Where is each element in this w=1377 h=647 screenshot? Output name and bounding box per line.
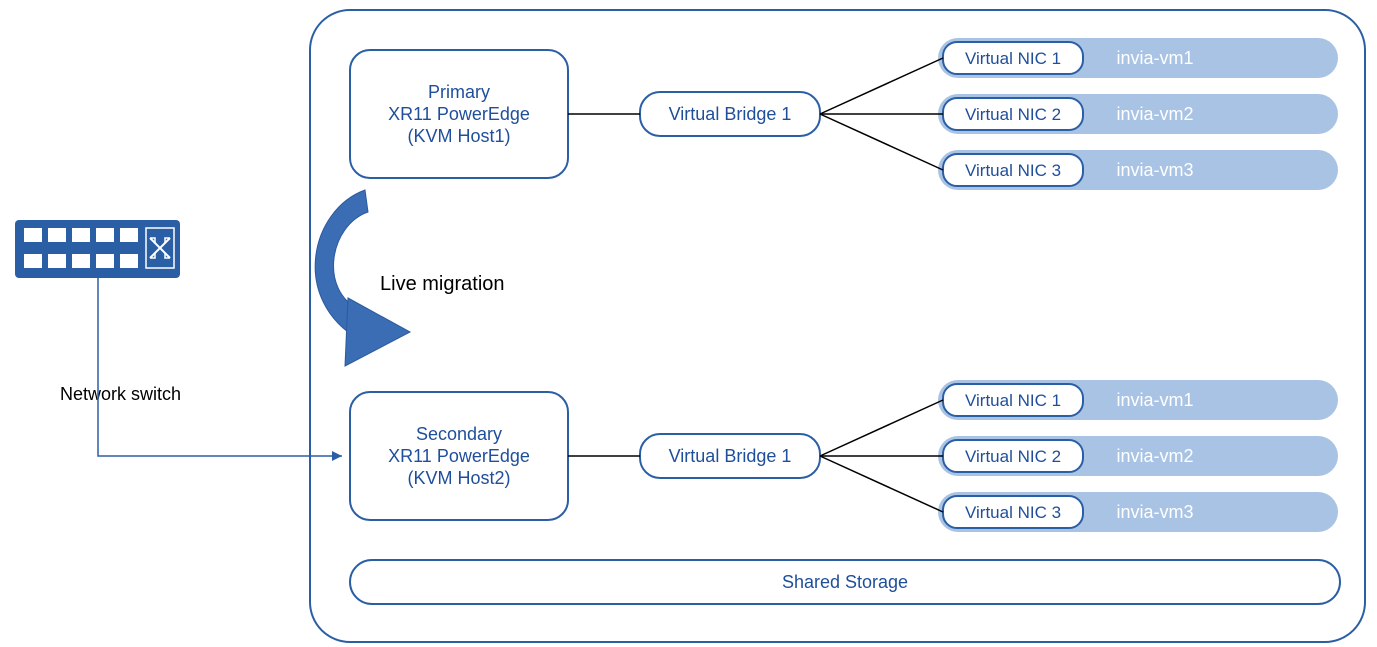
- connector-line: [820, 114, 943, 170]
- vm-label: invia-vm1: [1116, 390, 1193, 410]
- switch-label: Network switch: [60, 384, 181, 404]
- connector-line: [820, 456, 943, 512]
- vm-label: invia-vm1: [1116, 48, 1193, 68]
- connector-line: [820, 58, 943, 114]
- nic-text: Virtual NIC 2: [965, 447, 1061, 466]
- nic-label: Virtual NIC 1: [943, 42, 1083, 74]
- nic-text: Virtual NIC 1: [965, 49, 1061, 68]
- storage-text: Shared Storage: [782, 572, 908, 592]
- bridge-text: Virtual Bridge 1: [669, 446, 792, 466]
- vm-label: invia-vm2: [1116, 104, 1193, 124]
- host-title-line2: XR11 PowerEdge: [388, 104, 530, 124]
- vm-label: invia-vm3: [1116, 160, 1193, 180]
- host-title-line3: (KVM Host1): [407, 126, 510, 146]
- nic-text: Virtual NIC 3: [965, 161, 1061, 180]
- nic-text: Virtual NIC 2: [965, 105, 1061, 124]
- nic-label: Virtual NIC 3: [943, 496, 1083, 528]
- bridge-text: Virtual Bridge 1: [669, 104, 792, 124]
- host-title-line3: (KVM Host2): [407, 468, 510, 488]
- virtual-bridge: Virtual Bridge 1: [640, 92, 820, 136]
- switch-to-host-arrow: [98, 278, 342, 461]
- host-title-line1: Primary: [428, 82, 490, 102]
- host-title-line1: Secondary: [416, 424, 502, 444]
- virtual-bridge: Virtual Bridge 1: [640, 434, 820, 478]
- nic-text: Virtual NIC 3: [965, 503, 1061, 522]
- nic-label: Virtual NIC 2: [943, 98, 1083, 130]
- shared-storage: Shared Storage: [350, 560, 1340, 604]
- migration-label: Live migration: [380, 273, 505, 295]
- vm-label: invia-vm2: [1116, 446, 1193, 466]
- nic-text: Virtual NIC 1: [965, 391, 1061, 410]
- network-switch-icon: [15, 220, 180, 278]
- host-title-line2: XR11 PowerEdge: [388, 446, 530, 466]
- host-box-secondary: Secondary XR11 PowerEdge (KVM Host2): [350, 392, 568, 520]
- nic-label: Virtual NIC 3: [943, 154, 1083, 186]
- connector-line: [820, 400, 943, 456]
- vm-label: invia-vm3: [1116, 502, 1193, 522]
- nic-label: Virtual NIC 2: [943, 440, 1083, 472]
- host-box-primary: Primary XR11 PowerEdge (KVM Host1): [350, 50, 568, 178]
- nic-label: Virtual NIC 1: [943, 384, 1083, 416]
